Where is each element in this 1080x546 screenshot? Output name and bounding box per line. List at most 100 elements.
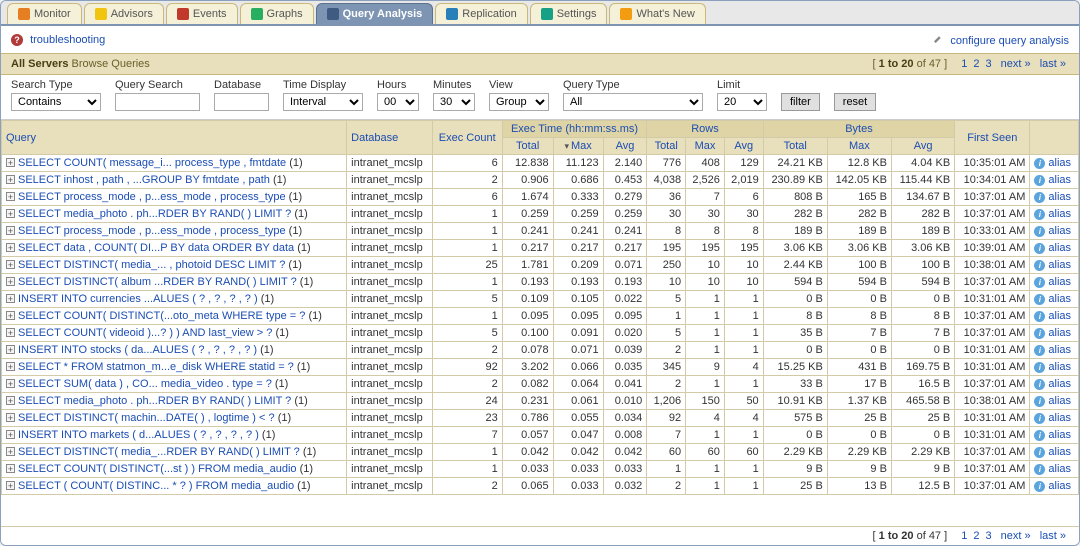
info-icon[interactable]: i	[1034, 294, 1045, 305]
expand-icon[interactable]: +	[6, 430, 15, 439]
info-icon[interactable]: i	[1034, 396, 1045, 407]
alias-link[interactable]: alias	[1048, 463, 1071, 475]
tab-query-analysis[interactable]: Query Analysis	[316, 3, 434, 24]
query-search-input[interactable]	[115, 93, 200, 111]
tab-events[interactable]: Events	[166, 3, 238, 24]
col-database[interactable]: Database	[347, 121, 433, 155]
query-link[interactable]: SELECT * FROM statmon_m...e_disk WHERE s…	[18, 361, 294, 373]
info-icon[interactable]: i	[1034, 447, 1045, 458]
query-link[interactable]: SELECT process_mode , p...ess_mode , pro…	[18, 191, 286, 203]
col-r-total[interactable]: Total	[647, 138, 686, 155]
info-icon[interactable]: i	[1034, 260, 1045, 271]
query-link[interactable]: SELECT ( COUNT( DISTINC... * ? ) FROM me…	[18, 480, 294, 492]
query-link[interactable]: INSERT INTO currencies ...ALUES ( ? , ? …	[18, 293, 258, 305]
pager-page-1[interactable]: 1	[961, 530, 967, 542]
alias-link[interactable]: alias	[1048, 293, 1071, 305]
query-link[interactable]: SELECT COUNT( message_i... process_type …	[18, 157, 286, 169]
alias-link[interactable]: alias	[1048, 412, 1071, 424]
expand-icon[interactable]: +	[6, 243, 15, 252]
pager-page-2[interactable]: 2	[973, 530, 979, 542]
col-query[interactable]: Query	[2, 121, 347, 155]
search-type-select[interactable]: Contains	[11, 93, 101, 111]
expand-icon[interactable]: +	[6, 447, 15, 456]
query-link[interactable]: INSERT INTO markets ( d...ALUES ( ? , ? …	[18, 429, 259, 441]
query-link[interactable]: INSERT INTO stocks ( da...ALUES ( ? , ? …	[18, 344, 257, 356]
expand-icon[interactable]: +	[6, 226, 15, 235]
info-icon[interactable]: i	[1034, 328, 1045, 339]
info-icon[interactable]: i	[1034, 464, 1045, 475]
alias-link[interactable]: alias	[1048, 157, 1071, 169]
alias-link[interactable]: alias	[1048, 259, 1071, 271]
info-icon[interactable]: i	[1034, 362, 1045, 373]
help-icon[interactable]: ?	[11, 34, 23, 46]
info-icon[interactable]: i	[1034, 209, 1045, 220]
pager-page-3[interactable]: 3	[985, 58, 991, 70]
query-link[interactable]: SELECT data , COUNT( DI...P BY data ORDE…	[18, 242, 294, 254]
tab-monitor[interactable]: Monitor	[7, 3, 82, 24]
alias-link[interactable]: alias	[1048, 378, 1071, 390]
alias-link[interactable]: alias	[1048, 225, 1071, 237]
alias-link[interactable]: alias	[1048, 174, 1071, 186]
alias-link[interactable]: alias	[1048, 395, 1071, 407]
col-b-avg[interactable]: Avg	[891, 138, 954, 155]
info-icon[interactable]: i	[1034, 379, 1045, 390]
query-link[interactable]: SELECT DISTINCT( machin...DATE( ) , logt…	[18, 412, 275, 424]
col-et-avg[interactable]: Avg	[603, 138, 647, 155]
results-table-wrap[interactable]: Query Database Exec Count Exec Time (hh:…	[1, 120, 1079, 526]
expand-icon[interactable]: +	[6, 464, 15, 473]
pager-last[interactable]: last »	[1040, 530, 1066, 542]
info-icon[interactable]: i	[1034, 430, 1045, 441]
query-link[interactable]: SELECT COUNT( DISTINCT(...st ) ) FROM me…	[18, 463, 297, 475]
expand-icon[interactable]: +	[6, 311, 15, 320]
expand-icon[interactable]: +	[6, 396, 15, 405]
expand-icon[interactable]: +	[6, 328, 15, 337]
expand-icon[interactable]: +	[6, 260, 15, 269]
query-link[interactable]: SELECT COUNT( DISTINCT(...oto_meta WHERE…	[18, 310, 305, 322]
expand-icon[interactable]: +	[6, 413, 15, 422]
info-icon[interactable]: i	[1034, 243, 1045, 254]
alias-link[interactable]: alias	[1048, 446, 1071, 458]
time-display-select[interactable]: Interval	[283, 93, 363, 111]
alias-link[interactable]: alias	[1048, 429, 1071, 441]
tab-replication[interactable]: Replication	[435, 3, 527, 24]
query-link[interactable]: SELECT COUNT( videoid )...? ) ) AND last…	[18, 327, 272, 339]
tab-what-s-new[interactable]: What's New	[609, 3, 705, 24]
alias-link[interactable]: alias	[1048, 361, 1071, 373]
alias-link[interactable]: alias	[1048, 310, 1071, 322]
col-et-total[interactable]: Total	[502, 138, 553, 155]
minutes-select[interactable]: 30	[433, 93, 475, 111]
alias-link[interactable]: alias	[1048, 276, 1071, 288]
query-link[interactable]: SELECT media_photo . ph...RDER BY RAND( …	[18, 395, 291, 407]
query-type-select[interactable]: All	[563, 93, 703, 111]
info-icon[interactable]: i	[1034, 226, 1045, 237]
info-icon[interactable]: i	[1034, 345, 1045, 356]
query-link[interactable]: SELECT DISTINCT( media_...RDER BY RAND( …	[18, 446, 300, 458]
expand-icon[interactable]: +	[6, 379, 15, 388]
info-icon[interactable]: i	[1034, 175, 1045, 186]
pager-last[interactable]: last »	[1040, 58, 1066, 70]
query-link[interactable]: SELECT DISTINCT( media_... , photoid DES…	[18, 259, 285, 271]
expand-icon[interactable]: +	[6, 294, 15, 303]
tab-advisors[interactable]: Advisors	[84, 3, 164, 24]
info-icon[interactable]: i	[1034, 311, 1045, 322]
col-r-max[interactable]: Max	[686, 138, 725, 155]
col-b-max[interactable]: Max	[827, 138, 891, 155]
info-icon[interactable]: i	[1034, 413, 1045, 424]
tab-graphs[interactable]: Graphs	[240, 3, 314, 24]
col-first-seen[interactable]: First Seen	[955, 121, 1030, 155]
info-icon[interactable]: i	[1034, 481, 1045, 492]
query-link[interactable]: SELECT SUM( data ) , CO... media_video .…	[18, 378, 272, 390]
query-link[interactable]: SELECT process_mode , p...ess_mode , pro…	[18, 225, 286, 237]
expand-icon[interactable]: +	[6, 175, 15, 184]
col-r-avg[interactable]: Avg	[724, 138, 763, 155]
reset-button[interactable]: reset	[834, 93, 876, 111]
alias-link[interactable]: alias	[1048, 344, 1071, 356]
alias-link[interactable]: alias	[1048, 242, 1071, 254]
expand-icon[interactable]: +	[6, 481, 15, 490]
query-link[interactable]: SELECT media_photo . ph...RDER BY RAND( …	[18, 208, 291, 220]
pager-page-1[interactable]: 1	[961, 58, 967, 70]
info-icon[interactable]: i	[1034, 192, 1045, 203]
expand-icon[interactable]: +	[6, 158, 15, 167]
info-icon[interactable]: i	[1034, 158, 1045, 169]
col-b-total[interactable]: Total	[763, 138, 827, 155]
